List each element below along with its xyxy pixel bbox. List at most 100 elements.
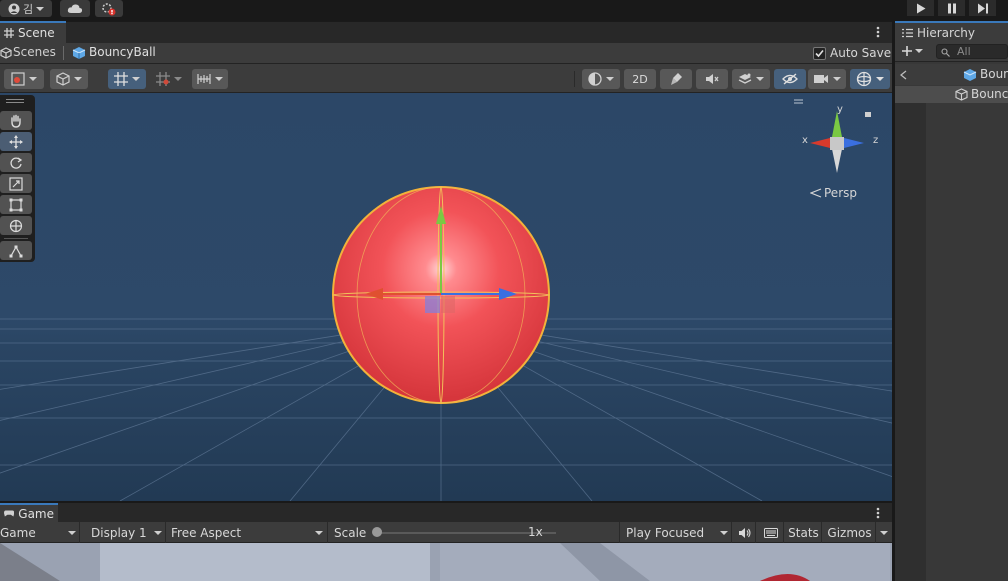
effects-dropdown[interactable] — [732, 69, 770, 89]
scene-menu-button[interactable] — [872, 25, 884, 39]
chevron-down-icon — [154, 531, 162, 535]
unity-cube-icon — [0, 47, 12, 59]
scale-icon — [9, 176, 23, 191]
move-tool-button[interactable] — [0, 132, 32, 151]
create-button[interactable] — [901, 45, 923, 57]
account-button[interactable]: 김 — [0, 0, 52, 17]
keyboard-shortcuts-toggle[interactable] — [758, 522, 784, 543]
scale-value: 1x — [528, 525, 543, 539]
draw-mode-dropdown[interactable] — [4, 69, 44, 89]
breadcrumb-object[interactable]: BouncyBall — [89, 45, 156, 59]
perspective-icon — [810, 188, 822, 198]
snap-increment-dropdown[interactable] — [150, 69, 188, 89]
chevron-down-icon — [174, 77, 182, 81]
tab-hierarchy[interactable]: Hierarchy — [895, 21, 1008, 42]
game-menu-button[interactable] — [872, 506, 884, 520]
speaker-icon — [739, 527, 751, 538]
list-icon — [902, 28, 913, 38]
gamepad-icon — [4, 510, 15, 517]
display-dropdown[interactable]: Display 1 — [86, 522, 166, 543]
scale-tool-button[interactable] — [0, 174, 32, 193]
chevron-down-icon — [74, 77, 82, 81]
pause-button[interactable] — [938, 0, 965, 16]
custom-tool-button[interactable] — [0, 241, 32, 260]
ruler-icon — [197, 74, 211, 84]
chevron-down-icon — [915, 49, 923, 53]
account-icon — [8, 3, 20, 14]
scale-label: Scale — [334, 525, 367, 540]
stats-label: Stats — [788, 525, 819, 540]
camera-settings-dropdown[interactable] — [808, 69, 846, 89]
step-button[interactable] — [969, 0, 996, 16]
tab-game-label: Game — [18, 506, 54, 521]
plus-icon — [902, 46, 912, 56]
search-icon — [941, 48, 950, 57]
kebab-menu-icon — [876, 507, 880, 519]
hierarchy-toolbar: All — [895, 42, 1008, 62]
hierarchy-scene-row[interactable]: BouncyBall — [895, 64, 1008, 85]
rect-icon — [9, 198, 23, 211]
game-view-dropdown[interactable]: Game — [0, 522, 80, 543]
auto-save-checkbox[interactable] — [813, 47, 826, 60]
breadcrumb-divider — [63, 46, 64, 60]
perspective-toggle[interactable]: Persp — [810, 186, 857, 200]
search-placeholder: All — [957, 45, 971, 58]
tab-scene[interactable]: Scene — [0, 21, 66, 43]
tab-game[interactable]: Game — [0, 503, 58, 522]
kebab-menu-icon — [876, 26, 880, 38]
audio-toggle[interactable] — [696, 69, 728, 89]
chevron-left-icon[interactable] — [900, 70, 907, 80]
collab-button[interactable] — [95, 0, 123, 17]
breadcrumb-scenes[interactable]: Scenes — [13, 45, 56, 59]
gizmo-y-label: y — [837, 104, 843, 115]
stats-button[interactable]: Stats — [786, 522, 822, 543]
play-button[interactable] — [907, 0, 934, 16]
2d-mode-label: 2D — [632, 72, 648, 86]
rotate-icon — [10, 156, 23, 169]
shading-mode-dropdown[interactable] — [582, 69, 620, 89]
prefab-icon — [963, 69, 977, 81]
grid-toggle[interactable] — [108, 69, 146, 89]
hand-icon — [11, 114, 21, 128]
persp-label: Persp — [824, 186, 857, 200]
transform-tool-button[interactable] — [0, 216, 32, 235]
game-tab-bar — [0, 503, 892, 522]
ruler-dropdown[interactable] — [192, 69, 228, 89]
globe-gizmo-icon — [856, 71, 872, 87]
gizmos-button[interactable]: Gizmos — [824, 522, 876, 543]
gameobject-cube-icon — [955, 88, 968, 101]
grid-snap-icon — [114, 72, 128, 86]
game-view[interactable] — [0, 543, 892, 581]
scale-slider-thumb[interactable] — [372, 527, 382, 537]
lighting-toggle[interactable] — [660, 69, 692, 89]
snap-icon — [156, 72, 170, 86]
aspect-label: Free Aspect — [171, 525, 242, 540]
tab-scene-label: Scene — [18, 26, 55, 40]
play-icon — [916, 3, 925, 13]
2d-mode-button[interactable]: 2D — [624, 69, 656, 89]
hand-tool-button[interactable] — [0, 111, 32, 130]
scene-viewport[interactable]: y x z Persp — [0, 93, 892, 501]
chevron-down-icon — [720, 531, 728, 535]
rect-tool-button[interactable] — [0, 195, 32, 214]
checkmark-icon — [815, 49, 824, 58]
sphere-shading-icon — [588, 72, 602, 86]
game-render — [0, 543, 892, 581]
rotate-tool-button[interactable] — [0, 153, 32, 172]
gizmos-dropdown[interactable] — [850, 69, 890, 89]
aspect-dropdown[interactable]: Free Aspect — [166, 522, 328, 543]
scene-camera-dropdown[interactable] — [50, 69, 88, 89]
gizmos-dropdown-button[interactable] — [876, 522, 892, 543]
mute-audio-toggle[interactable] — [734, 522, 756, 543]
toolbar-divider — [574, 71, 575, 87]
cloud-button[interactable] — [60, 0, 90, 17]
scene-toolbar: 2D — [0, 64, 892, 93]
hierarchy-search-input[interactable]: All — [936, 44, 1008, 59]
tools-divider — [4, 238, 28, 239]
play-focused-dropdown[interactable]: Play Focused — [620, 522, 732, 543]
chevron-down-icon — [315, 531, 323, 535]
drag-handle[interactable] — [6, 99, 24, 103]
hierarchy-object-row[interactable]: BouncyBall — [895, 86, 1008, 103]
transform-icon — [9, 219, 23, 232]
hidden-objects-toggle[interactable] — [774, 69, 806, 89]
